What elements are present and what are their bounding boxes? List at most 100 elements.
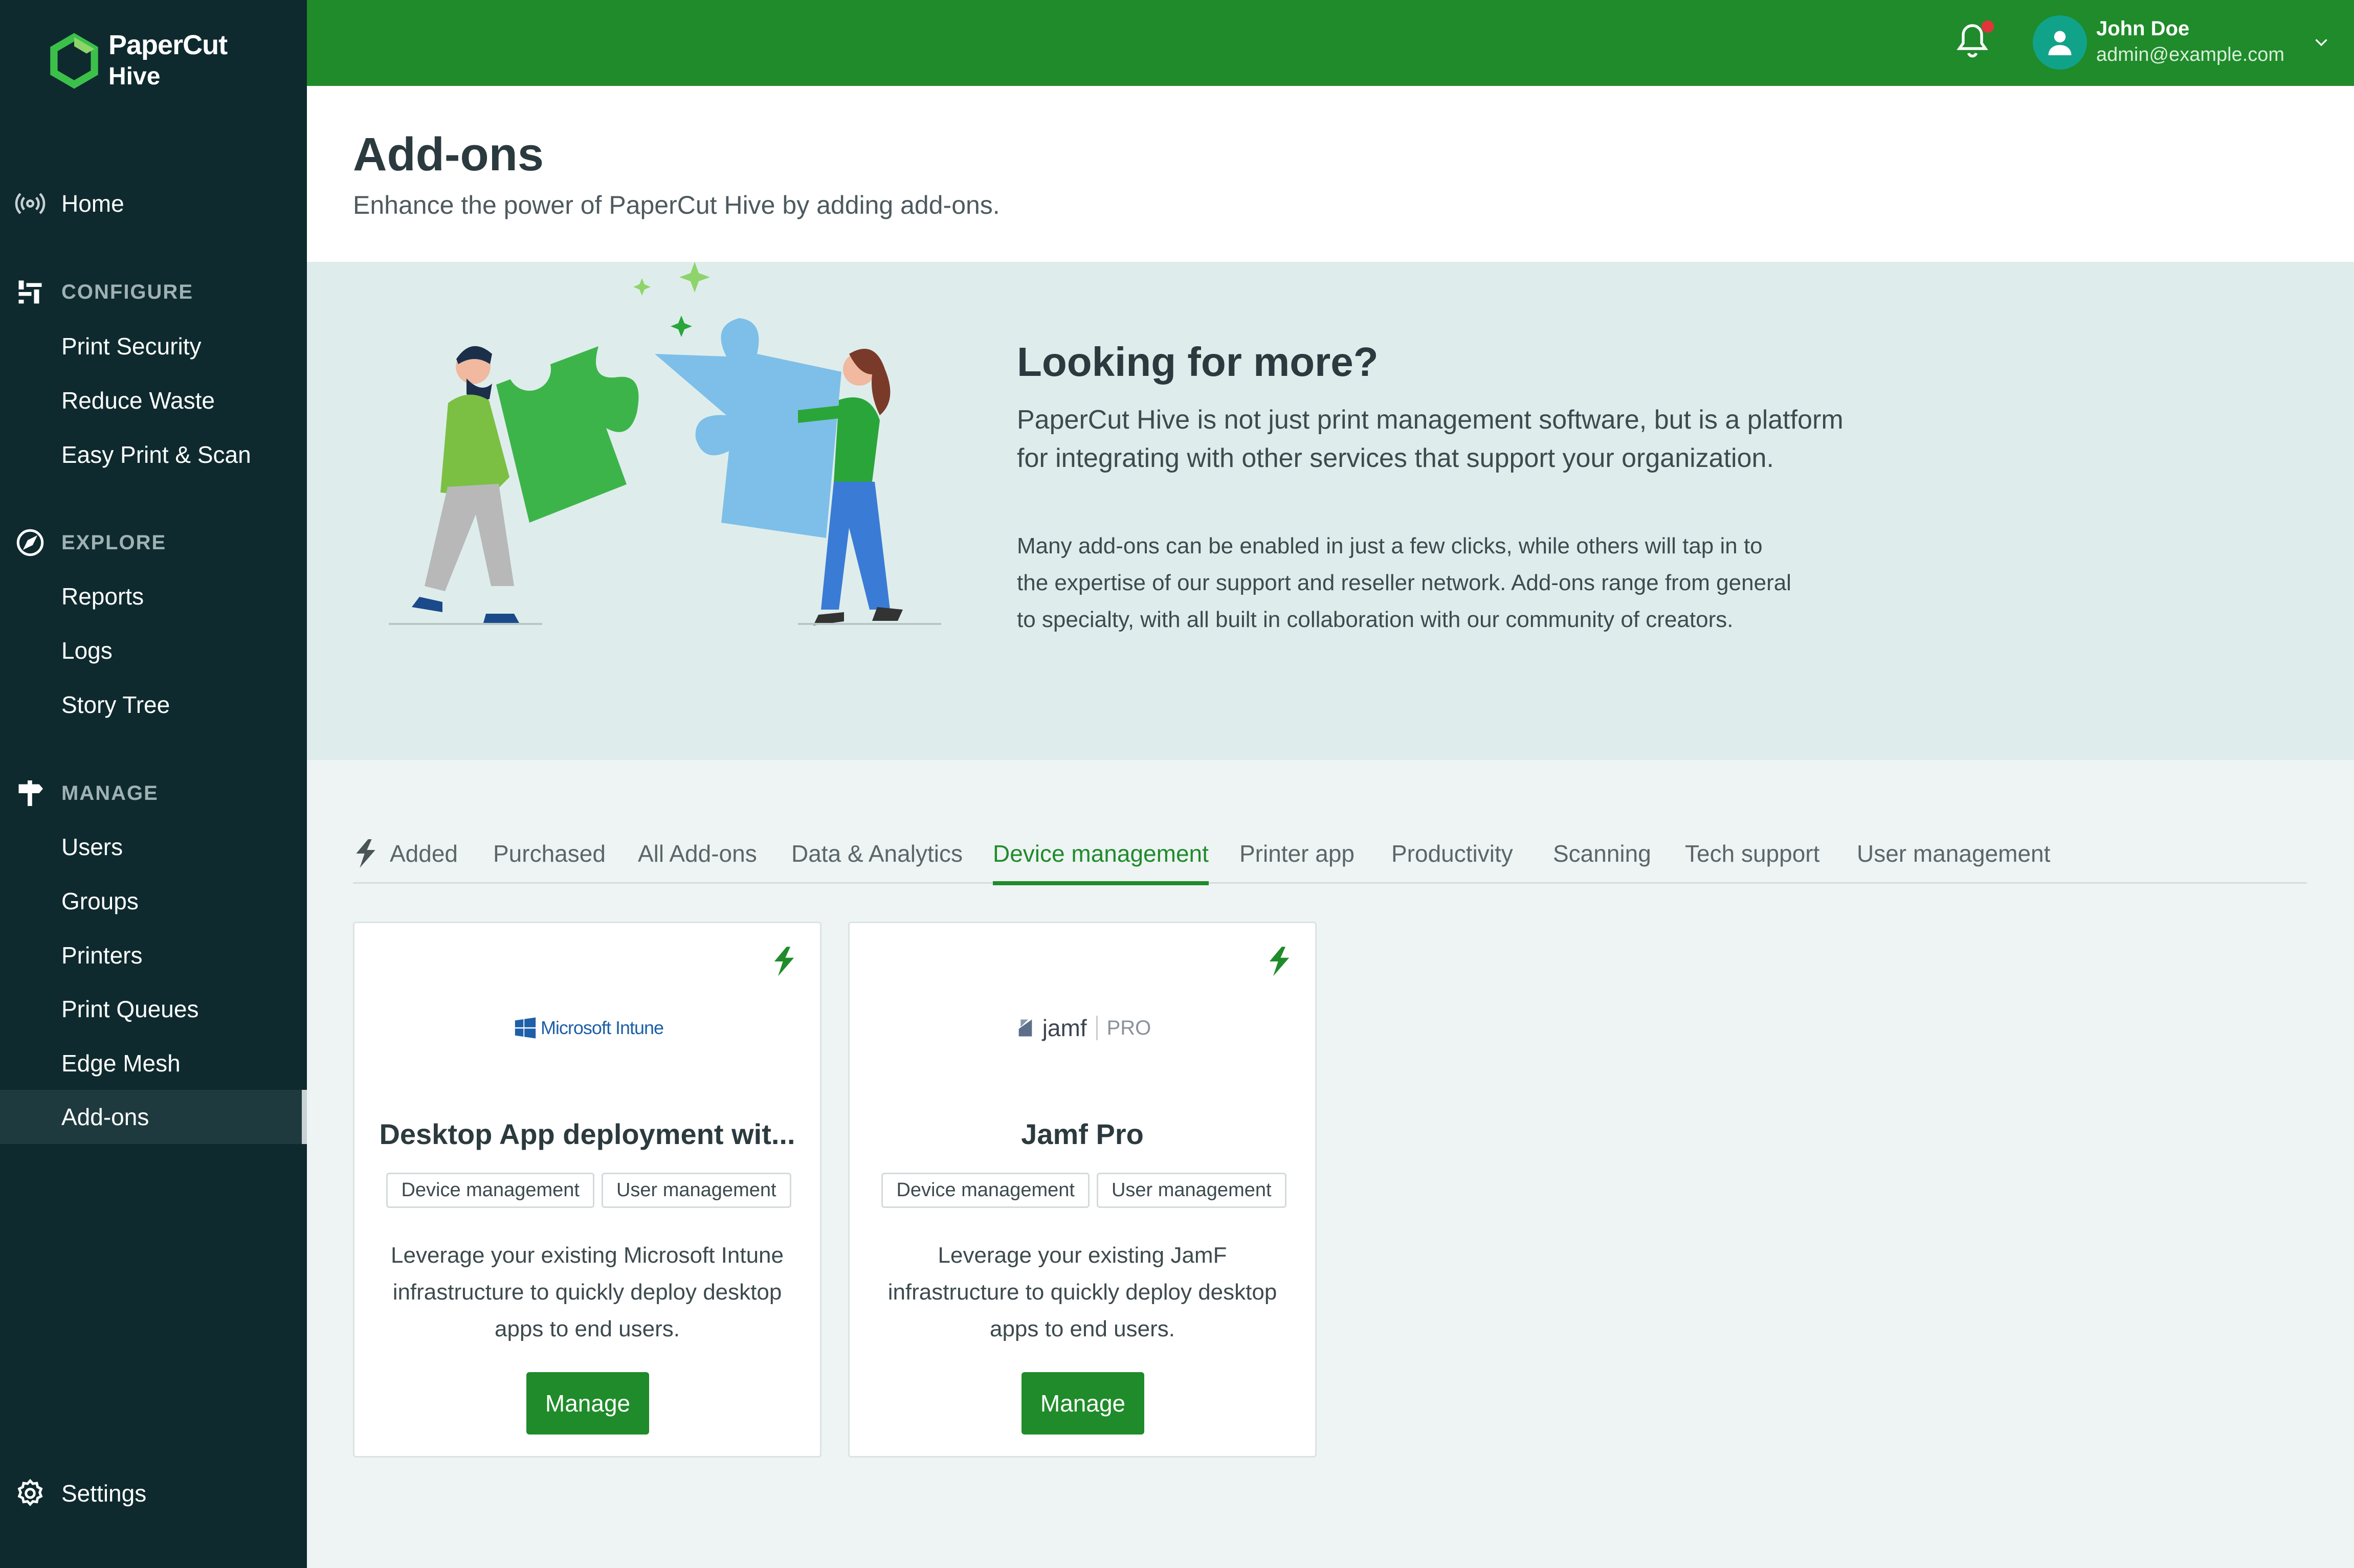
- card-tags: Device management User management: [850, 1173, 1318, 1208]
- avatar[interactable]: [2033, 15, 2087, 70]
- tag: Device management: [386, 1173, 594, 1208]
- logo-text: Microsoft Intune: [540, 1017, 664, 1038]
- hexagon-logo-icon: [50, 33, 98, 89]
- bolt-icon: [353, 839, 379, 868]
- addon-card-intune[interactable]: Microsoft Intune Desktop App deployment …: [353, 922, 821, 1458]
- sidebar-section-manage: MANAGE: [0, 770, 307, 816]
- user-email: admin@example.com: [2096, 44, 2285, 65]
- windows-icon: [515, 1017, 536, 1039]
- card-description: Leverage your existing JamF infrastructu…: [887, 1243, 1277, 1341]
- tab-purchased[interactable]: Purchased: [493, 823, 606, 884]
- tab-label: Purchased: [493, 840, 606, 867]
- gear-icon: [13, 1476, 47, 1510]
- sidebar-item-label: Logs: [61, 637, 113, 664]
- page-title: Add-ons: [353, 128, 544, 181]
- sidebar-item-label: Users: [61, 834, 123, 860]
- tab-productivity[interactable]: Productivity: [1391, 823, 1513, 884]
- sidebar-item-home[interactable]: Home: [0, 176, 307, 231]
- sidebar-item-printers[interactable]: Printers: [0, 928, 307, 982]
- sidebar-item-label: Printers: [61, 942, 143, 969]
- sidebar-section-configure: CONFIGURE: [0, 269, 307, 315]
- sidebar-item-label: Reports: [61, 583, 144, 610]
- sidebar-item-label: Edge Mesh: [61, 1050, 181, 1077]
- sidebar-item-label: Story Tree: [61, 691, 170, 718]
- sidebar-item-print-queues[interactable]: Print Queues: [0, 982, 307, 1036]
- jamf-pro-logo: jamf PRO: [850, 1010, 1318, 1046]
- page-subtitle: Enhance the power of PaperCut Hive by ad…: [353, 191, 1000, 219]
- banner-detail-text: Many add-ons can be enabled in just a fe…: [1017, 533, 1791, 632]
- banner-title: Looking for more?: [1017, 339, 1379, 385]
- logo-text-hive: Hive: [108, 63, 161, 90]
- card-description: Leverage your existing Microsoft Intune …: [391, 1243, 784, 1341]
- sidebar-item-users[interactable]: Users: [0, 820, 307, 874]
- papercut-hive-logo[interactable]: PaperCut Hive: [46, 30, 228, 90]
- sidebar-item-label: Print Security: [61, 333, 202, 360]
- user-menu-chevron[interactable]: [2312, 33, 2333, 53]
- tab-label: Scanning: [1553, 840, 1651, 867]
- sidebar-item-label: Settings: [61, 1480, 147, 1507]
- manage-button[interactable]: Manage: [1021, 1372, 1144, 1435]
- sliders-icon: [13, 275, 47, 309]
- tab-all-add-ons[interactable]: All Add-ons: [638, 823, 757, 884]
- puzzle-people-illustration: [389, 262, 941, 625]
- broadcast-icon: [13, 187, 47, 220]
- tab-label: Productivity: [1391, 840, 1513, 867]
- compass-icon: [13, 526, 47, 559]
- page-header: Add-ons Enhance the power of PaperCut Hi…: [307, 86, 2354, 262]
- tab-tech-support[interactable]: Tech support: [1685, 823, 1819, 884]
- tab-label: Data & Analytics: [791, 840, 963, 867]
- sidebar-item-label: Print Queues: [61, 996, 199, 1022]
- card-title: Jamf Pro: [1021, 1118, 1144, 1150]
- tag: Device management: [881, 1173, 1090, 1208]
- sidebar-item-story-tree[interactable]: Story Tree: [0, 678, 307, 732]
- sidebar-item-easy-print-scan[interactable]: Easy Print & Scan: [0, 428, 307, 482]
- tab-scanning[interactable]: Scanning: [1553, 823, 1651, 884]
- card-title: Desktop App deployment wit...: [379, 1118, 795, 1150]
- sidebar-item-reports[interactable]: Reports: [0, 569, 307, 623]
- sidebar-item-edge-mesh[interactable]: Edge Mesh: [0, 1036, 307, 1090]
- user-name[interactable]: John Doe: [2096, 17, 2189, 40]
- sidebar-item-reduce-waste[interactable]: Reduce Waste: [0, 373, 307, 428]
- sidebar-item-settings[interactable]: Settings: [0, 1466, 307, 1520]
- logo-text: jamf: [1042, 1015, 1087, 1041]
- tab-label: Device management: [993, 840, 1209, 867]
- banner-intro-text: PaperCut Hive is not just print manageme…: [1017, 405, 1844, 473]
- tab-label: Printer app: [1239, 840, 1355, 867]
- logo-text-papercut: PaperCut: [108, 30, 228, 60]
- notifications-button[interactable]: [1954, 20, 1995, 66]
- sidebar-item-label: Easy Print & Scan: [61, 441, 251, 468]
- tab-printer-app[interactable]: Printer app: [1239, 823, 1354, 884]
- tab-label: Tech support: [1685, 840, 1820, 867]
- sidebar-item-groups[interactable]: Groups: [0, 874, 307, 928]
- chevron-down-icon: [2315, 39, 2327, 47]
- tab-device-management[interactable]: Device management: [993, 823, 1209, 885]
- section-title: CONFIGURE: [61, 280, 193, 303]
- tab-label: Added: [390, 840, 458, 867]
- tab-added[interactable]: Added: [353, 823, 458, 884]
- sidebar-item-print-security[interactable]: Print Security: [0, 319, 307, 373]
- bolt-icon: [772, 947, 796, 976]
- user-icon: [2048, 31, 2072, 55]
- section-title: EXPLORE: [61, 531, 167, 554]
- top-bar: John Doe admin@example.com: [307, 0, 2354, 86]
- sidebar-item-label: Groups: [61, 888, 139, 914]
- card-tags: Device management User management: [354, 1173, 823, 1208]
- sidebar-item-logs[interactable]: Logs: [0, 623, 307, 678]
- tag: User management: [1096, 1173, 1286, 1208]
- manage-button[interactable]: Manage: [526, 1372, 649, 1435]
- tag: User management: [601, 1173, 791, 1208]
- sidebar-item-add-ons[interactable]: Add-ons: [0, 1090, 307, 1144]
- tab-label: User management: [1857, 840, 2051, 867]
- category-tabs: Added Purchased All Add-ons Data & Analy…: [353, 823, 2307, 885]
- signpost-icon: [13, 776, 47, 810]
- addon-card-jamf-pro[interactable]: jamf PRO Jamf Pro Device management User…: [848, 922, 1317, 1458]
- bolt-icon: [1267, 947, 1292, 976]
- sidebar: PaperCut Hive Home CONFIGURE Print Secur…: [0, 0, 307, 1568]
- tab-data-analytics[interactable]: Data & Analytics: [791, 823, 963, 884]
- microsoft-intune-logo: Microsoft Intune: [354, 1010, 823, 1046]
- logo-divider: [1096, 1016, 1098, 1040]
- sidebar-item-label: Home: [61, 190, 124, 217]
- tab-user-management[interactable]: User management: [1857, 823, 2050, 884]
- jamf-mark-icon: [1018, 1019, 1032, 1037]
- section-title: MANAGE: [61, 781, 159, 804]
